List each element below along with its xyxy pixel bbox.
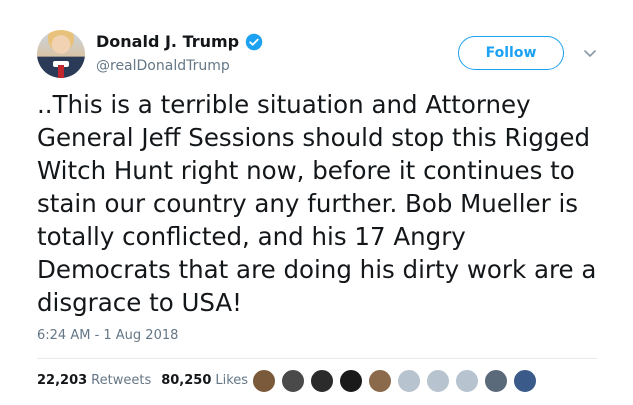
liker-avatar[interactable]	[368, 369, 392, 393]
liker-avatar[interactable]	[513, 369, 537, 393]
tweet-timestamp[interactable]: 6:24 AM - 1 Aug 2018	[37, 328, 178, 343]
verified-badge-icon	[245, 33, 263, 50]
divider	[37, 358, 597, 359]
tweet-text-line: ..This is a terrible situation and Attor…	[37, 90, 531, 119]
retweets-count[interactable]: 22,203	[37, 373, 87, 388]
likes-label[interactable]: Likes	[215, 373, 248, 388]
display-name[interactable]: Donald J. Trump	[96, 32, 239, 51]
tweet-text-line: totally conflicted, and his 17 Angry	[37, 222, 466, 251]
liker-avatar[interactable]	[426, 369, 450, 393]
tweet-text-line: disgrace to USA!	[37, 288, 242, 317]
liker-avatar[interactable]	[252, 369, 276, 393]
author-name-row: Donald J. Trump	[96, 32, 263, 51]
liker-avatar[interactable]	[397, 369, 421, 393]
tweet-text: ..This is a terrible situation and Attor…	[37, 88, 607, 319]
tweet-text-line: Witch Hunt right now, before it continue…	[37, 156, 575, 185]
liker-avatars	[252, 369, 542, 393]
chevron-down-icon[interactable]	[583, 46, 597, 60]
likes-count[interactable]: 80,250	[161, 373, 211, 388]
avatar[interactable]	[37, 30, 85, 78]
liker-avatar[interactable]	[281, 369, 305, 393]
tweet-text-line: General Jeff Sessions should stop this R…	[37, 123, 591, 152]
liker-avatar[interactable]	[310, 369, 334, 393]
liker-avatar[interactable]	[339, 369, 363, 393]
tweet-text-line: stain our country any further. Bob Muell…	[37, 189, 579, 218]
tweet-text-line: Democrats that are doing his dirty work …	[37, 255, 597, 284]
author-handle[interactable]: @realDonaldTrump	[96, 58, 230, 74]
liker-avatar[interactable]	[455, 369, 479, 393]
retweets-label[interactable]: Retweets	[91, 373, 151, 388]
tweet-stats: 22,203 Retweets 80,250 Likes	[37, 373, 258, 388]
liker-avatar[interactable]	[484, 369, 508, 393]
follow-button[interactable]: Follow	[458, 36, 564, 70]
avatar-tie	[58, 65, 64, 78]
